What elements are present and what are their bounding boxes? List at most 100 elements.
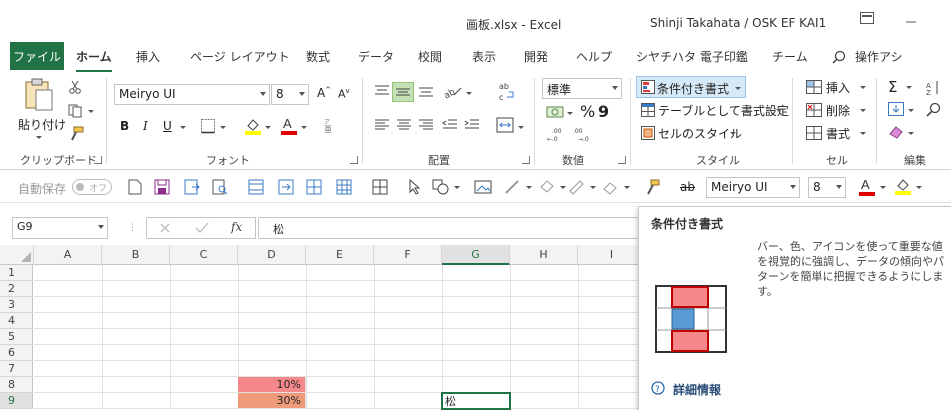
help-icon[interactable]: ? [651, 381, 665, 398]
fill-color-icon[interactable] [894, 177, 912, 198]
shape-outline-icon[interactable] [568, 179, 586, 198]
align-right-icon[interactable] [418, 118, 434, 135]
cell-d8[interactable]: 10% [238, 377, 306, 393]
row-header-selected[interactable]: 9 [0, 393, 33, 409]
tab-file[interactable]: ファイル [10, 42, 64, 70]
more-info-link[interactable]: 詳細情報 [673, 381, 721, 398]
fill-color-dropdown-icon[interactable] [265, 126, 271, 129]
phonetic-icon[interactable]: ア亜 [322, 116, 336, 137]
column-header[interactable]: B [102, 245, 170, 265]
autosum-icon[interactable]: Σ [888, 78, 897, 96]
row-header[interactable]: 1 [0, 265, 33, 281]
print-preview-icon[interactable] [212, 179, 228, 198]
cancel-icon[interactable] [159, 222, 171, 237]
minimize-icon[interactable] [902, 12, 920, 30]
chevron-down-icon[interactable] [730, 132, 736, 135]
accounting-dropdown-icon[interactable] [567, 112, 573, 115]
format-cells-button[interactable]: 書式 [826, 125, 850, 142]
conditional-formatting-button[interactable]: 条件付き書式 [636, 76, 746, 98]
delete-cells-icon[interactable] [806, 103, 822, 120]
font-launcher-icon[interactable] [350, 156, 358, 164]
tell-me-input[interactable]: 操作アシ [855, 48, 903, 65]
font-color-dropdown-icon[interactable] [301, 126, 307, 129]
chevron-down-icon[interactable] [860, 86, 866, 89]
underline-dropdown-icon[interactable] [180, 126, 186, 129]
shapes-icon[interactable] [432, 179, 450, 198]
paste-button[interactable]: 貼り付け [18, 116, 66, 133]
copy-dropdown-icon[interactable] [88, 110, 94, 113]
chevron-down-icon[interactable] [590, 186, 596, 189]
column-header[interactable]: F [374, 245, 442, 265]
chevron-down-icon[interactable] [906, 86, 912, 89]
chevron-down-icon[interactable] [908, 132, 914, 135]
row-header[interactable]: 8 [0, 377, 33, 393]
align-bottom-icon[interactable] [418, 84, 434, 101]
tab-review[interactable]: 校閲 [418, 48, 442, 65]
comma-style-icon[interactable]: 9 [598, 102, 609, 121]
tab-developer[interactable]: 開発 [524, 48, 548, 65]
format-cells-icon[interactable] [806, 126, 822, 143]
strikethrough-icon[interactable]: ab [680, 180, 695, 194]
ribbon-display-icon[interactable] [858, 12, 876, 30]
align-left-icon[interactable] [374, 118, 390, 135]
decrease-indent-icon[interactable] [442, 118, 458, 135]
qat-font-size-select[interactable]: 8 [808, 177, 846, 198]
column-header[interactable]: C [170, 245, 238, 265]
format-painter-icon[interactable] [68, 126, 84, 145]
user-name[interactable]: Shinji Takahata / OSK EF KAI1 [650, 16, 826, 30]
find-select-icon[interactable] [926, 102, 942, 121]
shrink-font-icon[interactable]: Av [338, 87, 350, 101]
orientation-icon[interactable]: ab [442, 82, 464, 103]
formula-input[interactable]: 松 [258, 217, 658, 239]
row-header[interactable]: 6 [0, 345, 33, 361]
column-header[interactable]: A [34, 245, 102, 265]
align-middle-icon[interactable] [392, 82, 414, 102]
chevron-down-icon[interactable] [860, 132, 866, 135]
underline-button[interactable]: U [163, 119, 172, 133]
column-header[interactable]: D [238, 245, 306, 265]
cell-d9[interactable]: 30% [238, 393, 306, 409]
shape-effects-icon[interactable] [602, 179, 620, 198]
fill-color-icon[interactable] [244, 117, 262, 138]
border-dropdown-icon[interactable] [220, 126, 226, 129]
chevron-down-icon[interactable] [880, 186, 886, 189]
number-format-select[interactable]: 標準 [542, 78, 622, 99]
split-icon[interactable] [278, 179, 294, 198]
bold-button[interactable]: B [120, 119, 129, 133]
paste-icon[interactable] [22, 78, 56, 115]
all-borders-icon[interactable] [372, 179, 388, 198]
tab-page-layout[interactable]: ページ レイアウト [190, 48, 290, 65]
orientation-dropdown-icon[interactable] [466, 92, 472, 95]
tab-view[interactable]: 表示 [472, 48, 496, 65]
paste-dropdown-icon[interactable] [36, 136, 42, 139]
insert-cells-button[interactable]: 挿入 [826, 79, 850, 96]
shape-fill-icon[interactable] [538, 179, 556, 198]
cut-icon[interactable] [68, 80, 82, 97]
font-size-select[interactable]: 8 [271, 84, 309, 105]
column-header[interactable]: H [510, 245, 578, 265]
insert-cells-icon[interactable] [806, 80, 822, 97]
tab-formulas[interactable]: 数式 [306, 48, 330, 65]
tab-shachihata[interactable]: シヤチハタ 電子印鑑 [636, 48, 748, 65]
alignment-launcher-icon[interactable] [522, 156, 530, 164]
chevron-down-icon[interactable] [454, 186, 460, 189]
merge-dropdown-icon[interactable] [518, 126, 524, 129]
format-painter-icon[interactable] [644, 179, 660, 198]
select-all-corner[interactable] [0, 245, 34, 265]
chevron-down-icon[interactable] [560, 186, 566, 189]
sort-filter-icon[interactable]: AZ [926, 80, 942, 99]
merge-center-icon[interactable] [496, 117, 514, 136]
row-header[interactable]: 4 [0, 313, 33, 329]
cell-g9-active[interactable]: 松 [441, 392, 511, 410]
row-header[interactable]: 5 [0, 329, 33, 345]
chevron-down-icon[interactable] [526, 186, 532, 189]
decrease-decimal-icon[interactable]: .00 →.0 [572, 126, 594, 145]
tab-home[interactable]: ホーム [76, 48, 112, 73]
row-header[interactable]: 7 [0, 361, 33, 377]
insert-function-button[interactable]: fx [231, 220, 242, 234]
format-as-table-button[interactable]: テーブルとして書式設定 [658, 102, 789, 119]
column-header[interactable]: I [578, 245, 646, 265]
tab-team[interactable]: チーム [772, 48, 808, 65]
chevron-down-icon[interactable] [916, 186, 922, 189]
tab-help[interactable]: ヘルプ [576, 48, 612, 65]
